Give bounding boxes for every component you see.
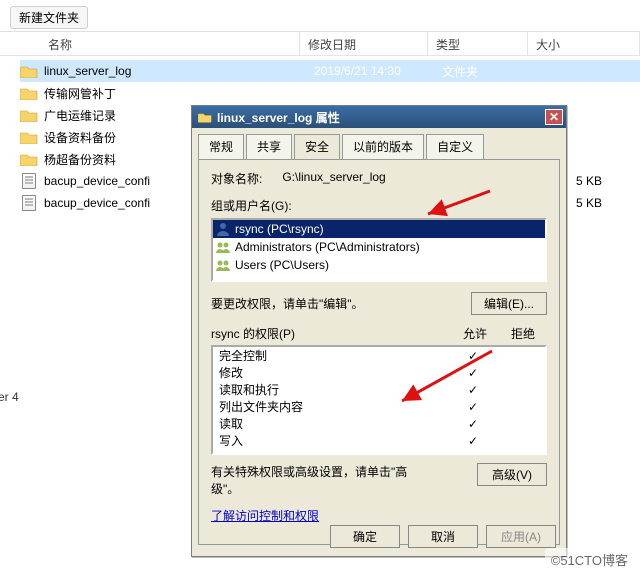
tab-安全[interactable]: 安全 (294, 134, 340, 159)
folder-icon (20, 130, 38, 144)
close-icon[interactable]: ✕ (545, 109, 563, 125)
dialog-titlebar[interactable]: linux_server_log 属性 ✕ (192, 106, 566, 128)
perm-allow: ✓ (449, 366, 497, 380)
perm-name: 读取和执行 (219, 381, 449, 398)
tab-常规[interactable]: 常规 (198, 134, 244, 159)
file-icon (22, 173, 36, 189)
file-date: 2019/6/21 14:30 (314, 64, 442, 78)
folder-icon (20, 152, 38, 166)
dialog-button-row: 确定 取消 应用(A) (330, 525, 556, 548)
perm-allow: ✓ (449, 349, 497, 363)
perm-allow: ✓ (449, 400, 497, 414)
perm-name: 修改 (219, 364, 449, 381)
deny-header: 拒绝 (499, 325, 547, 342)
file-name: linux_server_log (44, 64, 314, 78)
apply-button[interactable]: 应用(A) (486, 525, 556, 548)
cancel-button[interactable]: 取消 (408, 525, 478, 548)
permissions-list[interactable]: 完全控制✓修改✓读取和执行✓列出文件夹内容✓读取✓写入✓ (211, 345, 547, 455)
tree-fragment: ver 4 (0, 390, 32, 404)
perm-row: 修改✓ (213, 364, 545, 381)
group-users-list[interactable]: rsync (PC\rsync) Administrators (PC\Admin… (211, 218, 547, 282)
perm-name: 完全控制 (219, 347, 449, 364)
folder-icon (20, 86, 38, 100)
advanced-button[interactable]: 高级(V) (477, 463, 547, 486)
tab-共享[interactable]: 共享 (246, 134, 292, 159)
permissions-for-label: rsync 的权限(P) (211, 325, 451, 342)
file-name: 传输网管补丁 (44, 85, 314, 102)
perm-row: 读取和执行✓ (213, 381, 545, 398)
folder-icon (198, 111, 212, 123)
new-folder-button[interactable]: 新建文件夹 (10, 6, 88, 29)
person-icon (215, 221, 231, 237)
object-name-value: G:\linux_server_log (282, 170, 385, 187)
advanced-text: 有关特殊权限或高级设置，请单击"高级"。 (211, 463, 431, 497)
change-perm-text: 要更改权限，请单击"编辑"。 (211, 295, 364, 312)
file-type: 文件夹 (442, 63, 542, 80)
edit-button[interactable]: 编辑(E)... (471, 292, 547, 315)
perm-name: 读取 (219, 415, 449, 432)
perm-name: 列出文件夹内容 (219, 398, 449, 415)
group-icon (215, 239, 231, 255)
perm-row: 读取✓ (213, 415, 545, 432)
allow-header: 允许 (451, 325, 499, 342)
group-icon (215, 257, 231, 273)
tab-自定义[interactable]: 自定义 (426, 134, 484, 159)
user-name: Users (PC\Users) (235, 258, 329, 272)
perm-allow: ✓ (449, 434, 497, 448)
group-users-label: 组或用户名(G): (211, 197, 547, 214)
perm-row: 列出文件夹内容✓ (213, 398, 545, 415)
tab-以前的版本[interactable]: 以前的版本 (342, 134, 424, 159)
folder-icon (20, 108, 38, 122)
user-row[interactable]: Users (PC\Users) (213, 256, 545, 274)
folder-icon (20, 64, 38, 78)
ok-button[interactable]: 确定 (330, 525, 400, 548)
col-date[interactable]: 修改日期 (300, 32, 428, 55)
list-item[interactable]: 传输网管补丁 (20, 82, 640, 104)
user-row[interactable]: rsync (PC\rsync) (213, 220, 545, 238)
dialog-title: linux_server_log 属性 (217, 109, 545, 126)
user-name: Administrators (PC\Administrators) (235, 240, 420, 254)
user-row[interactable]: Administrators (PC\Administrators) (213, 238, 545, 256)
col-name[interactable]: 名称 (0, 32, 300, 55)
perm-row: 写入✓ (213, 432, 545, 449)
perm-name: 写入 (219, 432, 449, 449)
explorer-toolbar: 新建文件夹 (0, 0, 640, 32)
watermark: ©51CTO博客 (545, 548, 634, 571)
security-tab-panel: 对象名称: G:\linux_server_log 组或用户名(G): rsyn… (198, 159, 560, 545)
learn-link[interactable]: 了解访问控制和权限 (211, 507, 319, 524)
properties-dialog: linux_server_log 属性 ✕ 常规共享安全以前的版本自定义 对象名… (191, 105, 567, 557)
perm-row: 完全控制✓ (213, 347, 545, 364)
user-name: rsync (PC\rsync) (235, 222, 324, 236)
file-list-header: 名称 修改日期 类型 大小 (0, 32, 640, 56)
col-type[interactable]: 类型 (428, 32, 528, 55)
dialog-tabs: 常规共享安全以前的版本自定义 (192, 128, 566, 159)
perm-allow: ✓ (449, 417, 497, 431)
object-name-label: 对象名称: (211, 170, 262, 187)
list-item[interactable]: linux_server_log2019/6/21 14:30文件夹 (20, 60, 640, 82)
col-size[interactable]: 大小 (528, 32, 640, 55)
file-icon (22, 195, 36, 211)
perm-allow: ✓ (449, 383, 497, 397)
